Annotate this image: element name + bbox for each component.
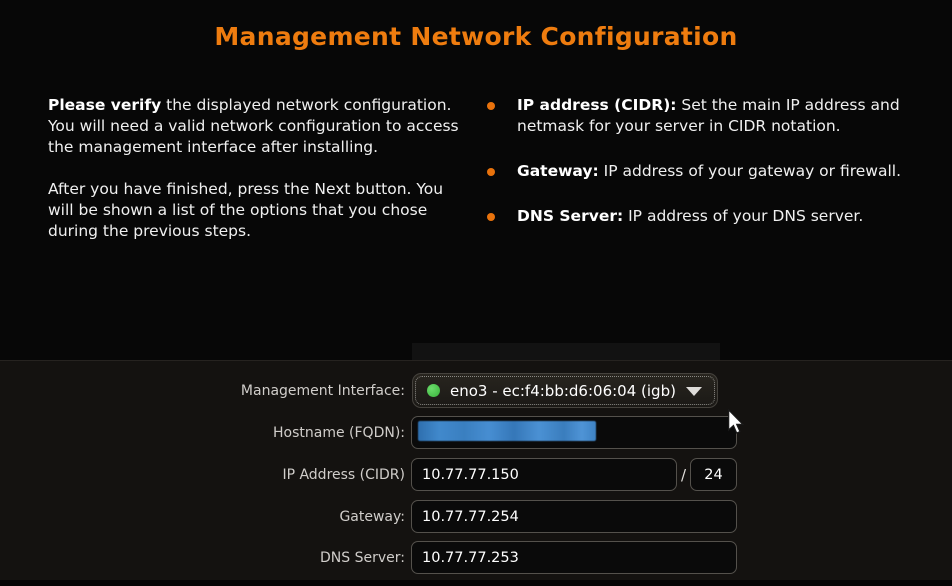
ip-address-label: IP Address (CIDR) (0, 458, 405, 491)
help-section: Management Network Configuration Please … (0, 0, 952, 360)
bullet-icon (487, 213, 495, 221)
gateway-input[interactable] (411, 500, 737, 533)
dns-server-input[interactable] (411, 541, 737, 574)
installer-window: { "title": "Management Network Configura… (0, 0, 952, 586)
hostname-label: Hostname (FQDN): (0, 416, 405, 449)
cidr-separator: / (677, 458, 690, 491)
help-term: Gateway: (517, 162, 599, 180)
page-title: Management Network Configuration (0, 22, 952, 51)
help-item-gateway: Gateway: IP address of your gateway or f… (487, 161, 915, 182)
form-row-ip-address: IP Address (CIDR) / (0, 458, 952, 491)
management-interface-value: eno3 - ec:f4:bb:d6:06:04 (igb) (450, 382, 676, 400)
interface-up-status-icon (427, 384, 440, 397)
help-term: DNS Server: (517, 207, 623, 225)
ip-address-input[interactable] (411, 458, 677, 491)
dns-server-label: DNS Server: (0, 541, 405, 574)
help-item-dns-server: DNS Server: IP address of your DNS serve… (487, 206, 915, 227)
mouse-cursor-icon (727, 409, 744, 435)
help-bullet-list: IP address (CIDR): Set the main IP addre… (487, 95, 915, 251)
help-item-ip-address: IP address (CIDR): Set the main IP addre… (487, 95, 915, 137)
form-row-management-interface: Management Interface: eno3 - ec:f4:bb:d6… (0, 373, 952, 408)
form-row-hostname: Hostname (FQDN): (0, 416, 952, 449)
management-interface-select[interactable]: eno3 - ec:f4:bb:d6:06:04 (igb) (412, 373, 718, 408)
management-interface-label: Management Interface: (0, 373, 405, 408)
faint-panel (412, 343, 720, 360)
bullet-icon (487, 168, 495, 176)
help-desc: IP address of your gateway or firewall. (599, 162, 901, 180)
form-row-gateway: Gateway: (0, 500, 952, 533)
hostname-input[interactable] (411, 416, 737, 449)
help-term: IP address (CIDR): (517, 96, 677, 114)
intro-paragraph-1: Please verify the displayed network conf… (48, 95, 466, 158)
bottom-band (0, 580, 952, 586)
help-desc: IP address of your DNS server. (623, 207, 863, 225)
intro-text: Please verify the displayed network conf… (48, 95, 466, 263)
gateway-label: Gateway: (0, 500, 405, 533)
network-config-form: Management Interface: eno3 - ec:f4:bb:d6… (0, 360, 952, 580)
bullet-icon (487, 102, 495, 110)
cidr-input[interactable] (690, 458, 737, 491)
form-row-dns-server: DNS Server: (0, 541, 952, 574)
chevron-down-icon (686, 387, 702, 396)
management-interface-selected-option: eno3 - ec:f4:bb:d6:06:04 (igb) (413, 374, 717, 407)
intro-paragraph-1-lead: Please verify (48, 96, 161, 114)
intro-paragraph-2: After you have finished, press the Next … (48, 179, 466, 242)
